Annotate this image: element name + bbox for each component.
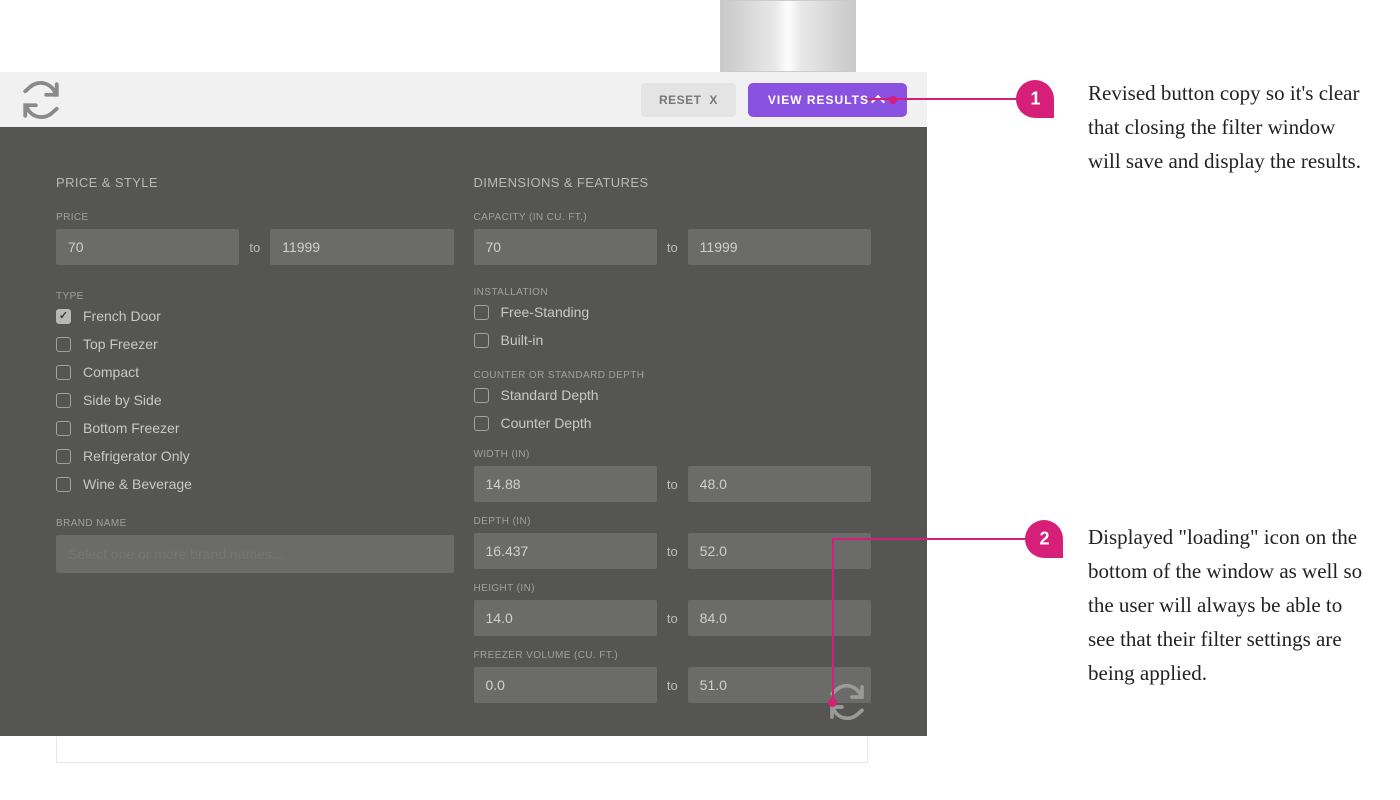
depth-type-label: Counter Depth <box>501 415 592 431</box>
type-label: Wine & Beverage <box>83 476 192 492</box>
depth-type-item[interactable]: Standard Depth <box>474 387 872 403</box>
label-height: HEIGHT (IN) <box>474 583 872 594</box>
installation-item[interactable]: Free-Standing <box>474 304 872 320</box>
type-item[interactable]: Refrigerator Only <box>56 448 454 464</box>
depth-type-item[interactable]: Counter Depth <box>474 415 872 431</box>
results-row-peek <box>56 737 868 763</box>
type-label: Bottom Freezer <box>83 420 179 436</box>
width-to-input[interactable] <box>688 466 871 502</box>
label-depth-type: COUNTER OR STANDARD DEPTH <box>474 370 872 381</box>
depth-from-input[interactable] <box>474 533 657 569</box>
checkbox-icon <box>474 333 489 348</box>
installation-label: Built-in <box>501 332 544 348</box>
depth-type-label: Standard Depth <box>501 387 599 403</box>
range-to-word: to <box>249 240 260 255</box>
filter-panel: RESET X VIEW RESULTS PRICE & STYLE PRICE… <box>0 72 927 736</box>
close-x-icon: X <box>709 93 718 107</box>
label-type: TYPE <box>56 291 454 302</box>
price-from-input[interactable] <box>56 229 239 265</box>
installation-item[interactable]: Built-in <box>474 332 872 348</box>
section-title-dimensions: DIMENSIONS & FEATURES <box>474 175 872 190</box>
price-range: to <box>56 229 454 265</box>
width-from-input[interactable] <box>474 466 657 502</box>
col-dimensions-features: DIMENSIONS & FEATURES CAPACITY (IN CU. F… <box>474 175 872 704</box>
height-range: to <box>474 600 872 636</box>
callout-connector <box>832 538 1027 540</box>
product-thumbnail-strip <box>720 0 856 72</box>
section-title-price-style: PRICE & STYLE <box>56 175 454 190</box>
callout-connector <box>832 538 834 700</box>
checkbox-icon <box>56 477 71 492</box>
col-price-style: PRICE & STYLE PRICE to TYPE French Door T… <box>56 175 454 704</box>
type-label: Compact <box>83 364 139 380</box>
checkbox-icon <box>56 421 71 436</box>
type-item[interactable]: Compact <box>56 364 454 380</box>
range-to-word: to <box>667 544 678 559</box>
type-item[interactable]: Top Freezer <box>56 336 454 352</box>
view-results-label: VIEW RESULTS <box>768 93 869 107</box>
type-checklist: French Door Top Freezer Compact Side by Sid… <box>56 308 454 492</box>
installation-checklist: Free-Standing Built-in <box>474 304 872 348</box>
annotation-2-text: Displayed "loading" icon on the bottom o… <box>1088 520 1368 690</box>
checkbox-icon <box>56 393 71 408</box>
callout-number: 2 <box>1039 529 1049 550</box>
type-item[interactable]: Bottom Freezer <box>56 420 454 436</box>
height-to-input[interactable] <box>688 600 871 636</box>
range-to-word: to <box>667 240 678 255</box>
installation-label: Free-Standing <box>501 304 590 320</box>
width-range: to <box>474 466 872 502</box>
checkbox-icon <box>56 449 71 464</box>
checkbox-icon <box>56 337 71 352</box>
label-depth-in: DEPTH (IN) <box>474 516 872 527</box>
type-label: Side by Side <box>83 392 162 408</box>
label-freezer: FREEZER VOLUME (CU. FT.) <box>474 650 872 661</box>
callout-connector <box>868 98 1018 100</box>
type-label: Refrigerator Only <box>83 448 190 464</box>
checkbox-icon <box>56 365 71 380</box>
capacity-to-input[interactable] <box>688 229 871 265</box>
price-to-input[interactable] <box>270 229 453 265</box>
chevron-up-icon <box>871 94 885 108</box>
label-brand: BRAND NAME <box>56 518 454 529</box>
label-installation: INSTALLATION <box>474 287 872 298</box>
annotation-1-text: Revised button copy so it's clear that c… <box>1088 76 1368 178</box>
checkbox-icon <box>474 388 489 403</box>
checkbox-icon <box>474 416 489 431</box>
range-to-word: to <box>667 678 678 693</box>
freezer-range: to <box>474 667 872 703</box>
range-to-word: to <box>667 477 678 492</box>
type-label: Top Freezer <box>83 336 158 352</box>
checkbox-icon <box>56 309 71 324</box>
type-label: French Door <box>83 308 161 324</box>
depth-range: to <box>474 533 872 569</box>
checkbox-icon <box>474 305 489 320</box>
label-width: WIDTH (IN) <box>474 449 872 460</box>
filter-header: RESET X VIEW RESULTS <box>0 72 927 127</box>
callout-number: 1 <box>1030 89 1040 110</box>
height-from-input[interactable] <box>474 600 657 636</box>
callout-badge-2: 2 <box>1025 520 1063 558</box>
type-item[interactable]: French Door <box>56 308 454 324</box>
type-item[interactable]: Wine & Beverage <box>56 476 454 492</box>
reset-button[interactable]: RESET X <box>641 83 736 117</box>
brand-select-input[interactable] <box>56 535 454 573</box>
reset-label: RESET <box>659 93 702 107</box>
capacity-range: to <box>474 229 872 265</box>
depth-checklist: Standard Depth Counter Depth <box>474 387 872 431</box>
filter-body: PRICE & STYLE PRICE to TYPE French Door T… <box>0 127 927 736</box>
freezer-from-input[interactable] <box>474 667 657 703</box>
label-price: PRICE <box>56 212 454 223</box>
label-capacity: CAPACITY (IN CU. FT.) <box>474 212 872 223</box>
callout-badge-1: 1 <box>1016 80 1054 118</box>
type-item[interactable]: Side by Side <box>56 392 454 408</box>
capacity-from-input[interactable] <box>474 229 657 265</box>
range-to-word: to <box>667 611 678 626</box>
loading-icon <box>20 79 62 121</box>
